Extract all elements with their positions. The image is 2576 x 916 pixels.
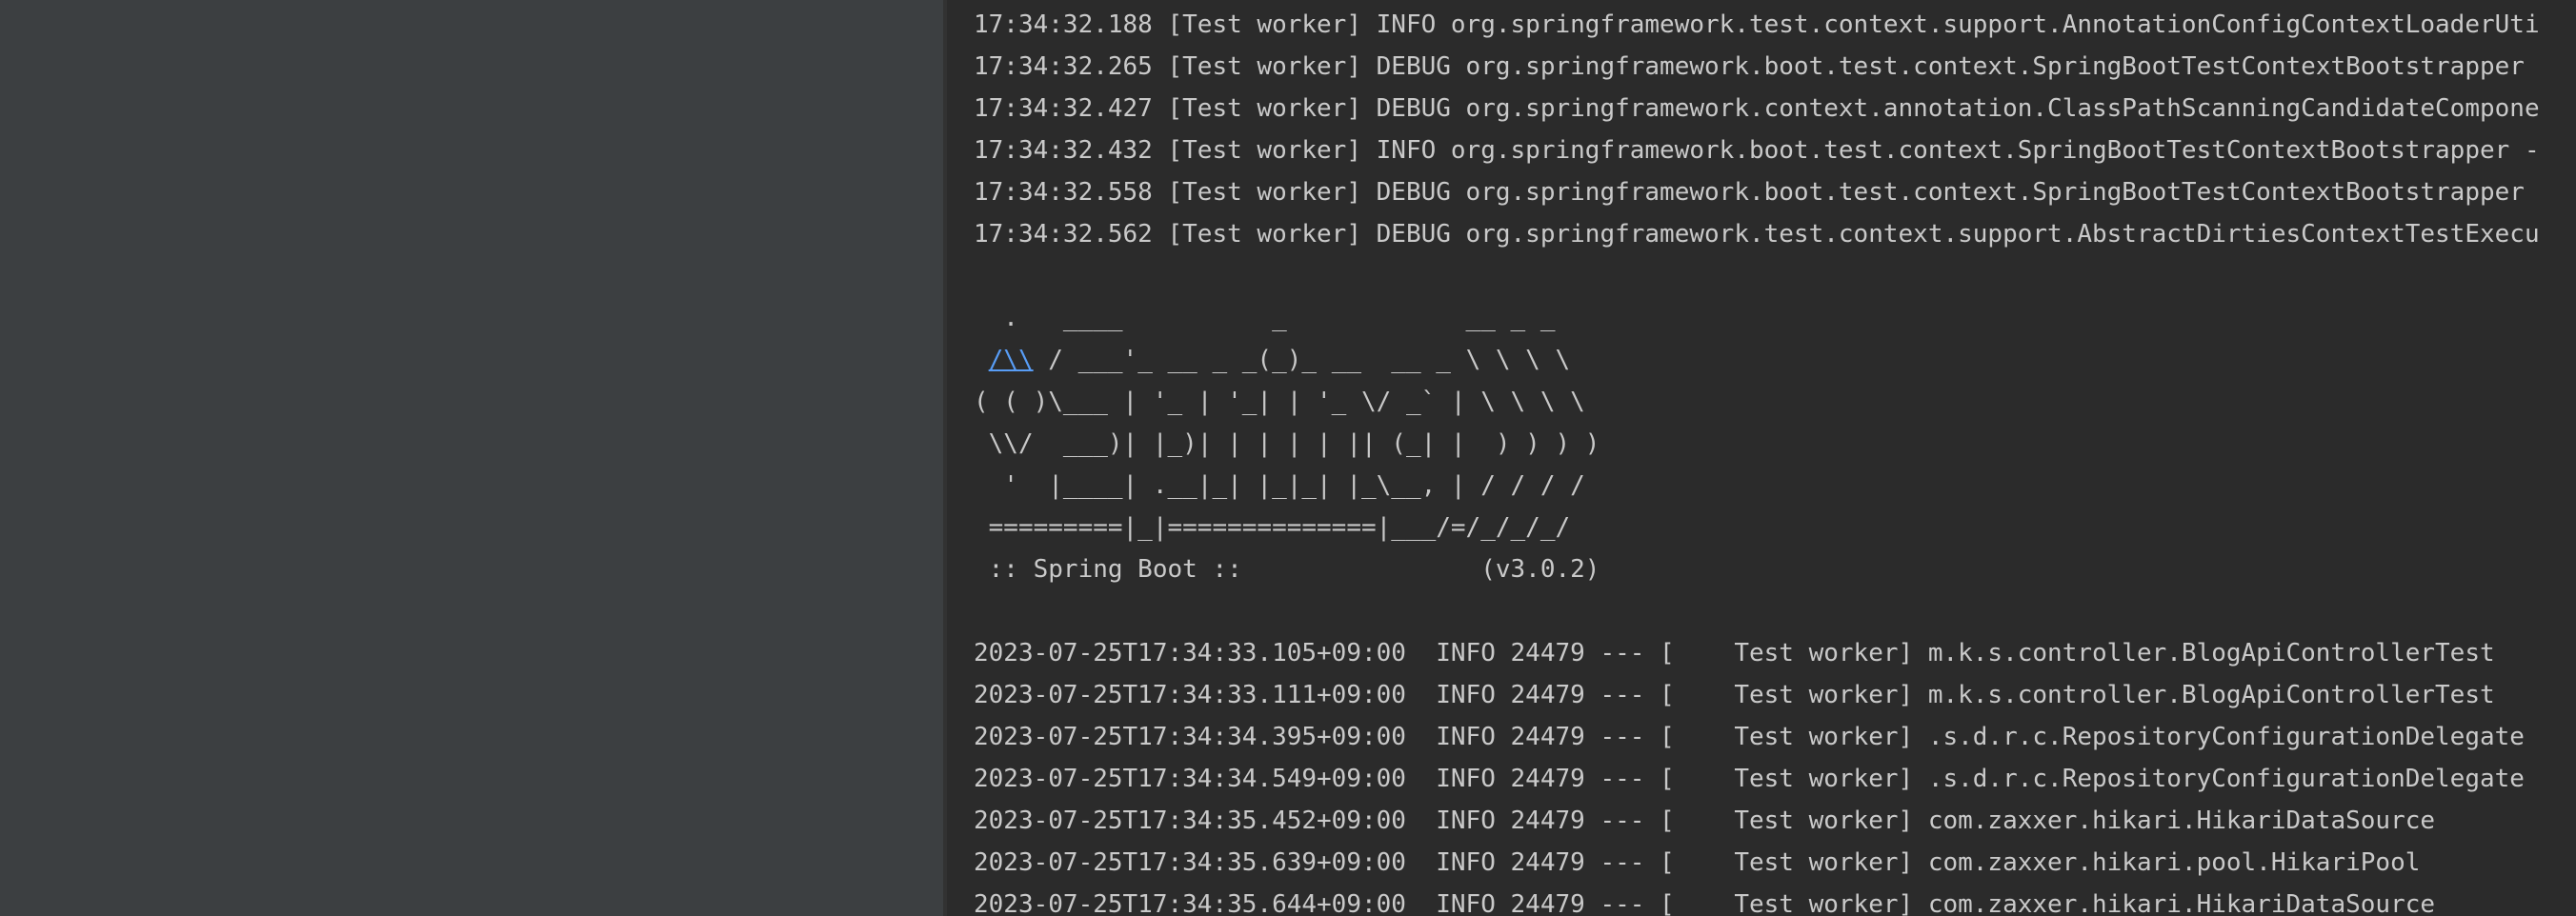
console-line: 17:34:32.562 [Test worker] DEBUG org.spr… xyxy=(974,220,2540,249)
spring-boot-version-line: :: Spring Boot :: (v3.0.2) xyxy=(974,555,1600,584)
console-line: 17:34:32.558 [Test worker] DEBUG org.spr… xyxy=(974,178,2525,207)
console-line: 2023-07-25T17:34:34.395+09:00 INFO 24479… xyxy=(974,723,2525,751)
console-line: 2023-07-25T17:34:35.452+09:00 INFO 24479… xyxy=(974,806,2436,835)
left-tool-panel xyxy=(0,0,943,916)
console-line: 2023-07-25T17:34:34.549+09:00 INFO 24479… xyxy=(974,765,2525,793)
spring-banner-line-rest: / ___'_ __ _ _(_)_ __ __ _ \ \ \ \ xyxy=(1033,346,1571,374)
spring-banner-line: . ____ _ __ _ _ xyxy=(974,304,1556,332)
run-console-output[interactable]: 17:34:32.188 [Test worker] INFO org.spri… xyxy=(947,0,2576,916)
console-link[interactable]: /\\ xyxy=(989,346,1034,374)
spring-banner-line: \\/ ___)| |_)| | | | | || (_| | ) ) ) ) xyxy=(974,429,1600,458)
ide-window: 17:34:32.188 [Test worker] INFO org.spri… xyxy=(0,0,2576,916)
console-line: 17:34:32.265 [Test worker] DEBUG org.spr… xyxy=(974,52,2525,81)
spring-banner-line: ' |____| .__|_| |_|_| |_\__, | / / / / xyxy=(974,471,1585,500)
console-line: 17:34:32.432 [Test worker] INFO org.spri… xyxy=(974,136,2540,165)
console-line: 17:34:32.188 [Test worker] INFO org.spri… xyxy=(974,10,2540,39)
spring-banner-line: =========|_|==============|___/=/_/_/_/ xyxy=(974,513,1571,542)
console-line: 2023-07-25T17:34:33.111+09:00 INFO 24479… xyxy=(974,681,2495,709)
spring-banner-line: ( ( )\___ | '_ | '_| | '_ \/ _` | \ \ \ … xyxy=(974,388,1585,416)
console-line: 2023-07-25T17:34:33.105+09:00 INFO 24479… xyxy=(974,639,2495,667)
console-lines: 17:34:32.188 [Test worker] INFO org.spri… xyxy=(974,4,2540,916)
console-line: 17:34:32.427 [Test worker] DEBUG org.spr… xyxy=(974,94,2540,123)
console-line: 2023-07-25T17:34:35.644+09:00 INFO 24479… xyxy=(974,890,2436,916)
console-line: 2023-07-25T17:34:35.639+09:00 INFO 24479… xyxy=(974,848,2421,877)
spring-banner-line: /\\ / ___'_ __ _ _(_)_ __ __ _ \ \ \ \ xyxy=(974,339,2540,381)
